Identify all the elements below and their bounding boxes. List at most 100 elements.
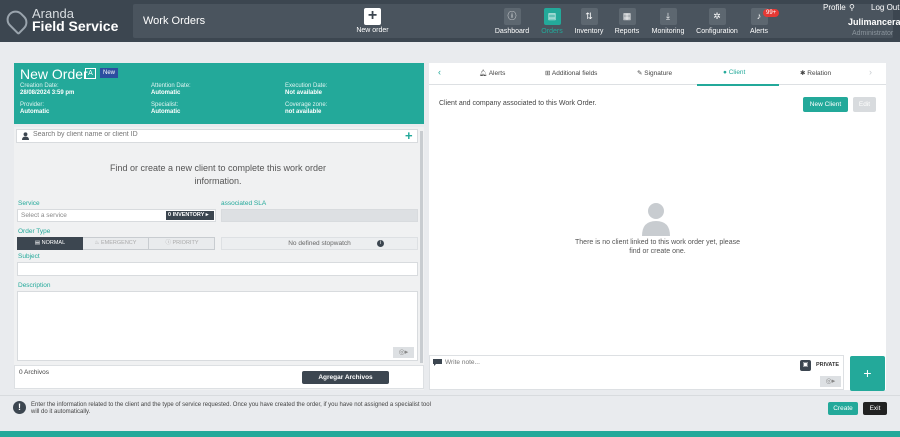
bell-icon: 🔔︎ <box>479 70 489 77</box>
tab-relation[interactable]: ✱ Relation <box>800 69 831 77</box>
coverage-zone-value: not available <box>285 109 322 115</box>
user-pin-icon: ⚲ <box>849 3 855 12</box>
profile-link[interactable]: Profile <box>823 3 846 12</box>
sla-label: associated SLA <box>221 200 267 207</box>
creation-date-value: 28/08/2024 3:59 pm <box>20 90 75 96</box>
tab-label: Alerts <box>488 70 506 77</box>
orders-icon: ▤ <box>543 8 561 25</box>
order-type-normal-label: NORMAL <box>41 240 66 246</box>
private-label[interactable]: PRIVATE <box>816 362 839 368</box>
reports-icon: ▦ <box>618 8 636 25</box>
nav-inventory[interactable]: ⇅ Inventory <box>572 8 606 40</box>
tab-label: Relation <box>807 70 832 77</box>
nav-monitoring[interactable]: ⤓ Monitoring <box>648 8 688 40</box>
exit-button[interactable]: Exit <box>863 402 887 415</box>
files-count: 0 Archivos <box>19 369 49 376</box>
specialist-value: Automatic <box>151 109 181 115</box>
subject-input[interactable] <box>17 262 418 276</box>
nav-label: Reports <box>614 28 640 35</box>
subject-label: Subject <box>18 253 40 260</box>
coverage-zone-label: Coverage zone: <box>285 102 328 108</box>
empty-client-message: There is no client linked to this work o… <box>575 239 740 255</box>
tab-client[interactable]: ● Client <box>723 69 745 76</box>
add-note-button[interactable]: + <box>850 356 885 391</box>
nav-dashboard[interactable]: ⓘ Dashboard <box>492 8 532 40</box>
user-role: Administrator <box>852 30 894 37</box>
tab-label: Client <box>728 69 746 76</box>
description-textarea[interactable] <box>17 291 418 361</box>
order-type-emergency-label: EMERGENCY <box>101 240 137 246</box>
logout-link[interactable]: Log Out <box>871 3 899 12</box>
order-type-label: Order Type <box>18 228 51 235</box>
execution-date-label: Execution Date: <box>285 83 328 89</box>
provider-value: Automatic <box>20 109 50 115</box>
note-input[interactable] <box>445 359 745 366</box>
order-type-priority-label: PRIORITY <box>172 240 199 246</box>
nav-label: Dashboard <box>494 28 530 35</box>
username: Julimancera <box>848 17 900 27</box>
specialist-label: Specialist: <box>151 102 179 108</box>
provider-label: Provider: <box>20 102 45 108</box>
nav-label: Configuration <box>696 28 738 35</box>
attention-date-value: Automatic <box>151 90 181 96</box>
execution-date-value: Not available <box>285 90 323 96</box>
create-button[interactable]: Create <box>828 402 858 415</box>
order-type-normal[interactable]: ▤ NORMAL <box>17 237 83 250</box>
order-type-priority[interactable]: ⓘ PRIORITY <box>149 237 215 250</box>
nav-label: Alerts <box>750 28 768 35</box>
tab-label: Signature <box>644 70 673 77</box>
bottom-accent-stripe <box>0 431 900 437</box>
lock-icon[interactable]: ▣ <box>800 360 811 371</box>
new-order-button[interactable]: + New order <box>350 8 395 40</box>
inventory-button[interactable]: 0 INVENTORY ▸ <box>166 211 214 220</box>
chevron-left-icon[interactable]: ‹ <box>438 67 441 77</box>
inventory-button-label: 0 INVENTORY <box>168 212 205 218</box>
edit-button[interactable]: Edit <box>853 97 876 112</box>
form-scrollbar[interactable] <box>420 131 423 363</box>
chevron-right-icon[interactable]: › <box>869 67 872 77</box>
plus-square-icon: ⊞ <box>545 70 552 77</box>
info-icon: ! <box>13 401 26 414</box>
gear-icon: ✲ <box>708 8 726 25</box>
nav-label: Monitoring <box>651 28 685 35</box>
order-type-badge: A <box>85 68 96 79</box>
nav-reports[interactable]: ▦ Reports <box>612 8 642 40</box>
add-client-plus-icon[interactable]: + <box>405 128 413 143</box>
description-label: Description <box>18 282 51 289</box>
service-label: Service <box>18 200 40 207</box>
new-order-label: New order <box>356 27 389 34</box>
sla-field <box>221 209 418 222</box>
new-client-button[interactable]: New Client <box>803 97 848 112</box>
footer-info-text: Enter the information related to the cli… <box>31 402 431 415</box>
info-icon[interactable]: i <box>377 240 384 247</box>
chat-icon <box>433 359 442 366</box>
order-title: New Order <box>20 66 88 82</box>
order-type-emergency[interactable]: ♨ EMERGENCY <box>83 237 149 250</box>
attention-date-label: Attention Date: <box>151 83 191 89</box>
tab-label: Additional fields <box>551 70 598 77</box>
module-title: Work Orders <box>143 15 206 27</box>
camera-icon[interactable]: ◎▸ <box>820 376 841 387</box>
document-icon: ▤ <box>34 240 42 246</box>
priority-icon: ⓘ <box>165 240 173 246</box>
inventory-icon: ⇅ <box>580 8 598 25</box>
nav-label: Orders <box>541 28 563 35</box>
tab-signature[interactable]: ✎ Signature <box>637 69 672 77</box>
creation-date-label: Creation Date: <box>20 83 59 89</box>
tab-additional-fields[interactable]: ⊞ Additional fields <box>545 69 597 77</box>
empty-client-avatar-icon <box>642 203 670 236</box>
nav-orders[interactable]: ▤ Orders <box>538 8 566 40</box>
plus-icon: + <box>364 8 381 25</box>
add-files-button[interactable]: Agregar Archivos <box>302 371 389 384</box>
client-search-input[interactable] <box>33 131 333 138</box>
client-panel-description: Client and company associated to this Wo… <box>439 100 597 107</box>
find-client-message: Find or create a new client to complete … <box>109 163 327 186</box>
order-status-badge: New <box>100 68 119 78</box>
app-name-line2: Field Service <box>32 18 119 34</box>
user-icon <box>22 132 29 140</box>
camera-icon[interactable]: ◎▸ <box>393 347 414 358</box>
nav-configuration[interactable]: ✲ Configuration <box>694 8 740 40</box>
active-tab-indicator <box>697 84 779 86</box>
tab-alerts[interactable]: 🔔︎ Alerts <box>479 69 505 77</box>
alerts-count-badge: 99+ <box>763 9 780 17</box>
